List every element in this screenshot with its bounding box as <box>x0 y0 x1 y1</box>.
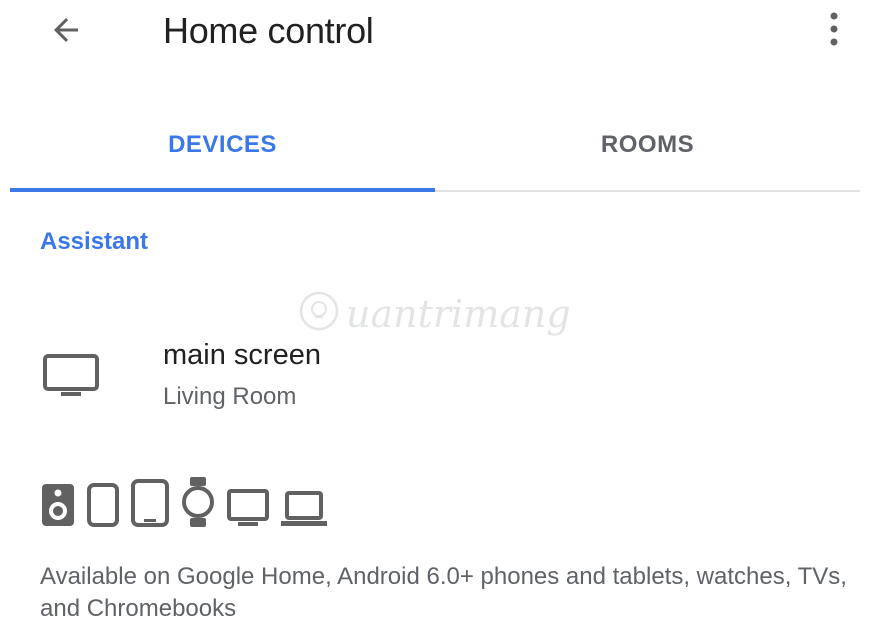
speaker-icon <box>40 482 76 533</box>
supported-devices-icons <box>40 477 328 533</box>
tab-devices[interactable]: DEVICES <box>10 100 435 192</box>
availability-text: Available on Google Home, Android 6.0+ p… <box>40 563 847 622</box>
watch-icon <box>180 476 216 533</box>
device-list-item[interactable]: main screen Living Room <box>0 318 870 428</box>
arrow-back-icon <box>48 12 84 53</box>
back-button[interactable] <box>44 10 88 54</box>
tab-rooms[interactable]: ROOMS <box>435 100 860 190</box>
page-title: Home control <box>163 10 374 51</box>
tablet-icon <box>130 478 170 533</box>
home-control-screen: Home control DEVICES ROOMS Assistant uan… <box>0 0 870 625</box>
device-room: Living Room <box>163 383 297 410</box>
section-header-assistant: Assistant <box>40 228 149 255</box>
app-bar: Home control <box>0 0 870 70</box>
laptop-icon <box>280 490 328 533</box>
tab-bar: DEVICES ROOMS <box>10 100 860 192</box>
more-vert-icon <box>828 9 840 54</box>
more-options-button[interactable] <box>816 6 852 56</box>
tv-icon <box>42 353 100 399</box>
device-name: main screen <box>163 339 321 371</box>
phone-icon <box>86 482 120 533</box>
tv-icon <box>226 488 270 533</box>
